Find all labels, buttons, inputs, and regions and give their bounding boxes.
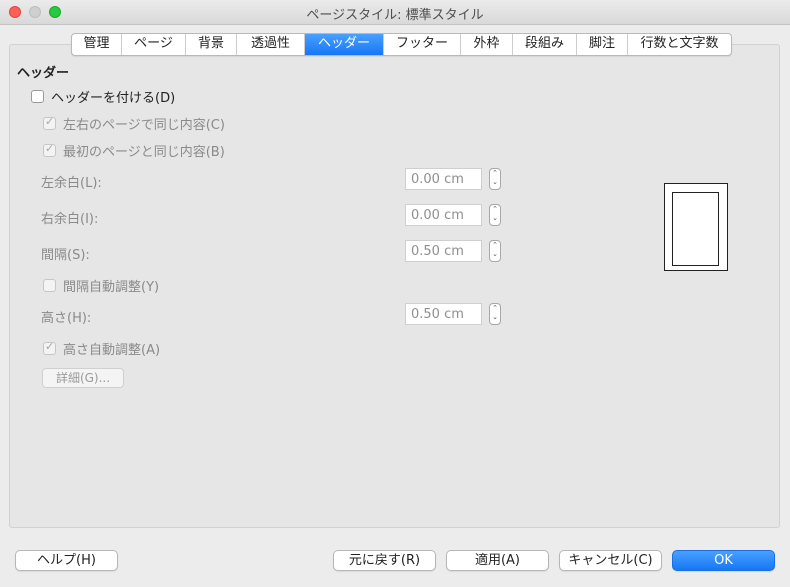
ok-button[interactable]: OK (672, 550, 775, 571)
tab-header[interactable]: ヘッダー (305, 34, 384, 55)
more-button[interactable]: 詳細(G)... (42, 368, 124, 388)
autofit-height-checkbox[interactable]: ✓ (43, 340, 56, 355)
cancel-button[interactable]: キャンセル(C) (559, 550, 662, 571)
tab-text-grid[interactable]: 行数と文字数 (628, 34, 731, 55)
tab-area[interactable]: 背景 (186, 34, 237, 55)
tab-footer[interactable]: フッター (384, 34, 461, 55)
page-preview (664, 183, 728, 271)
same-first-label: 最初のページと同じ内容(B) (63, 145, 225, 160)
height-input[interactable] (405, 303, 482, 325)
tab-organizer[interactable]: 管理 (72, 34, 122, 55)
left-margin-label: 左余白(L): (41, 176, 102, 191)
tab-bar: 管理 ページ 背景 透過性 ヘッダー フッター 外枠 段組み 脚注 行数と文字数 (71, 33, 732, 56)
window-title: ページスタイル: 標準スタイル (306, 8, 484, 23)
tab-transparency[interactable]: 透過性 (237, 34, 305, 55)
spacing-input[interactable] (405, 240, 482, 262)
right-margin-input[interactable] (405, 204, 482, 226)
spacing-stepper-icon[interactable]: ⌃ ⌄ (489, 240, 501, 262)
section-title: ヘッダー (17, 66, 70, 81)
right-margin-label: 右余白(I): (41, 212, 99, 227)
dynamic-spacing-row[interactable]: 間隔自動調整(Y) (43, 276, 159, 295)
tab-page[interactable]: ページ (122, 34, 186, 55)
right-margin-stepper-icon[interactable]: ⌃ ⌄ (489, 204, 501, 226)
dynamic-spacing-label: 間隔自動調整(Y) (63, 280, 160, 295)
title-bar: ページスタイル: 標準スタイル (0, 0, 790, 25)
apply-button[interactable]: 適用(A) (446, 550, 549, 571)
same-first-checkbox[interactable]: ✓ (43, 142, 56, 157)
same-left-right-row[interactable]: ✓ 左右のページで同じ内容(C) (43, 114, 225, 133)
reset-button[interactable]: 元に戻す(R) (333, 550, 436, 571)
same-left-right-label: 左右のページで同じ内容(C) (63, 118, 225, 133)
height-stepper-icon[interactable]: ⌃ ⌄ (489, 303, 501, 325)
checkmark-icon: ✓ (45, 115, 55, 128)
checkmark-icon: ✓ (45, 340, 55, 353)
autofit-height-label: 高さ自動調整(A) (63, 343, 161, 358)
dynamic-spacing-checkbox[interactable] (43, 279, 56, 292)
autofit-height-row[interactable]: ✓ 高さ自動調整(A) (43, 339, 160, 358)
checkmark-icon: ✓ (45, 142, 55, 155)
header-on-label: ヘッダーを付ける(D) (51, 91, 176, 106)
spacing-label: 間隔(S): (41, 248, 90, 263)
tab-columns[interactable]: 段組み (513, 34, 577, 55)
help-button[interactable]: ヘルプ(H) (15, 550, 118, 571)
page-preview-content (672, 192, 719, 266)
tab-borders[interactable]: 外枠 (461, 34, 513, 55)
same-first-row[interactable]: ✓ 最初のページと同じ内容(B) (43, 141, 225, 160)
left-margin-stepper-icon[interactable]: ⌃ ⌄ (489, 168, 501, 190)
tab-footnote[interactable]: 脚注 (577, 34, 628, 55)
height-label: 高さ(H): (41, 311, 92, 326)
header-on-row[interactable]: ヘッダーを付ける(D) (31, 87, 175, 106)
header-on-checkbox[interactable] (31, 90, 44, 103)
same-left-right-checkbox[interactable]: ✓ (43, 115, 56, 130)
left-margin-input[interactable] (405, 168, 482, 190)
